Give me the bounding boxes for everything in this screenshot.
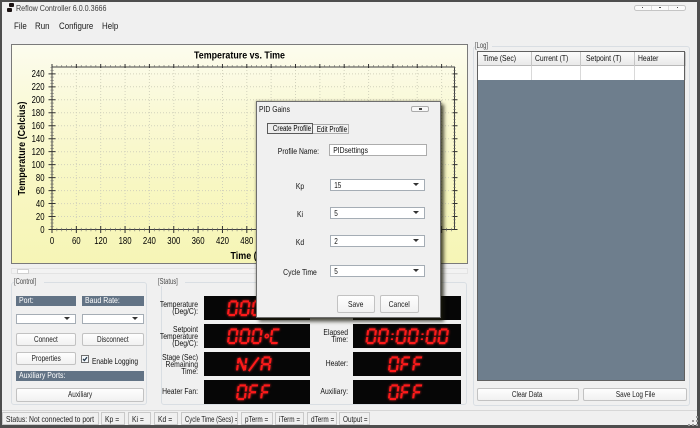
svg-text:40: 40 [35, 198, 44, 209]
svg-text:Temperature vs. Time: Temperature vs. Time [194, 49, 285, 61]
svg-text:Temperature (Celcius): Temperature (Celcius) [17, 101, 28, 195]
svg-text:0: 0 [40, 224, 45, 235]
svg-text:160: 160 [31, 121, 44, 132]
svg-text:80: 80 [35, 172, 44, 183]
svg-text:180: 180 [31, 108, 44, 119]
svg-text:20: 20 [35, 211, 44, 222]
svg-text:0: 0 [49, 236, 54, 247]
svg-text:120: 120 [31, 147, 44, 158]
svg-text:220: 220 [31, 82, 44, 93]
svg-text:120: 120 [94, 236, 107, 247]
svg-text:240: 240 [31, 69, 44, 80]
svg-text:140: 140 [31, 134, 44, 145]
svg-text:100: 100 [31, 159, 44, 170]
svg-text:180: 180 [118, 236, 131, 247]
svg-text:480: 480 [240, 236, 253, 247]
svg-text:60: 60 [71, 236, 80, 247]
svg-text:200: 200 [31, 95, 44, 106]
svg-text:60: 60 [35, 185, 44, 196]
svg-text:240: 240 [142, 236, 155, 247]
svg-text:300: 300 [167, 236, 180, 247]
svg-text:360: 360 [191, 236, 204, 247]
svg-text:420: 420 [216, 236, 229, 247]
